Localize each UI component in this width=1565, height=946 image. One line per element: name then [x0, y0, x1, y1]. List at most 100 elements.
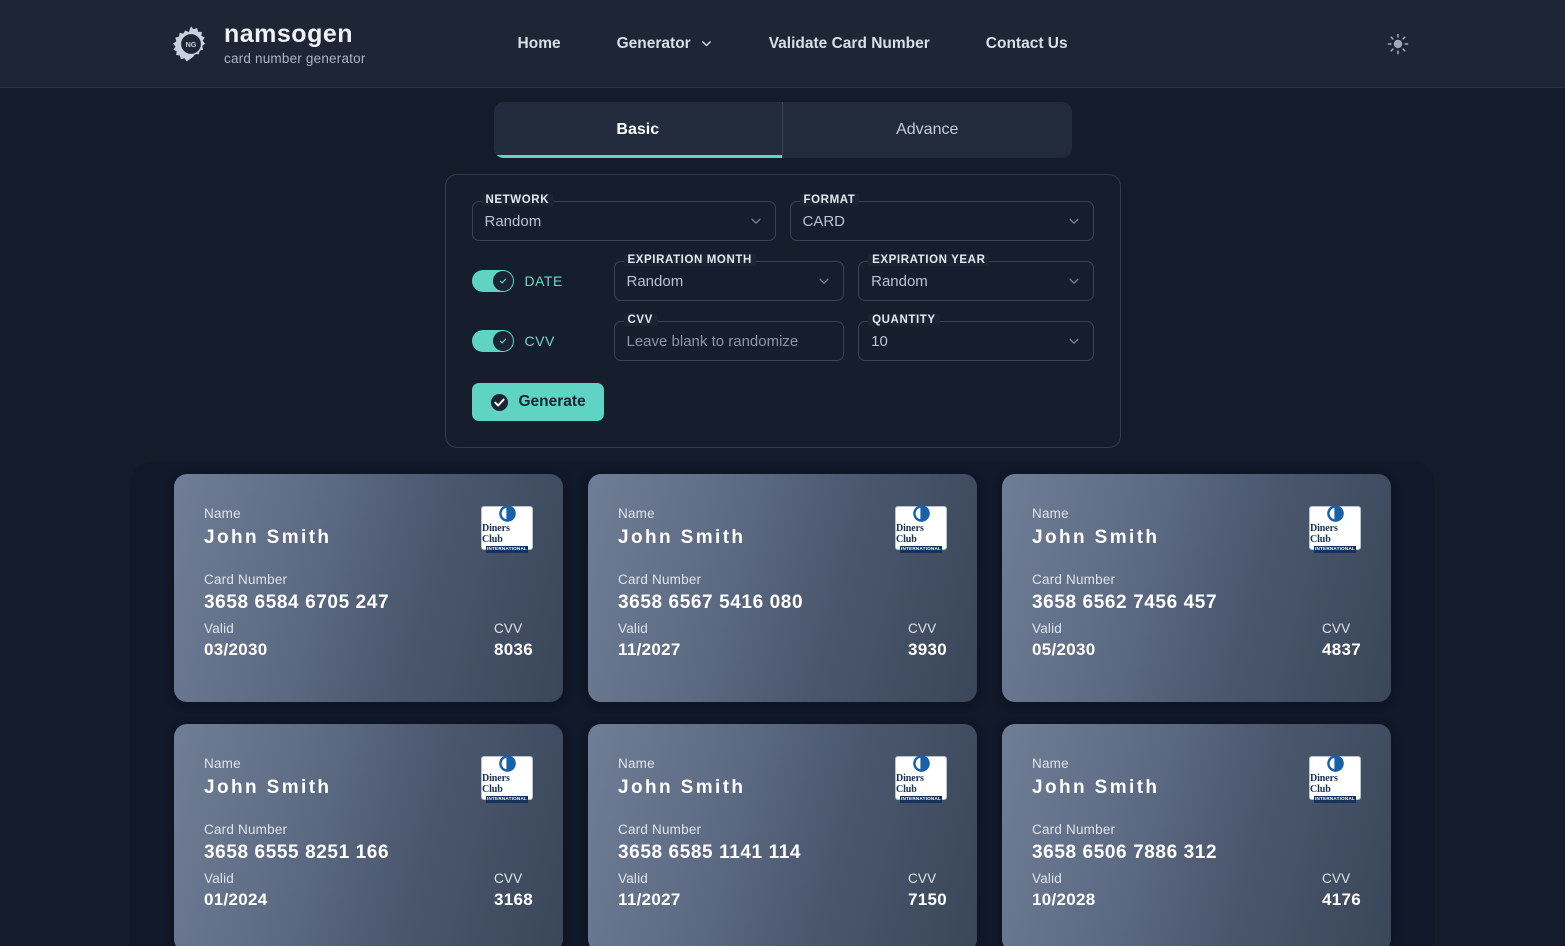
generate-button[interactable]: Generate: [472, 383, 604, 421]
card-number-value[interactable]: 3658 6562 7456 457: [1032, 592, 1361, 614]
nav-item-generator[interactable]: Generator: [617, 25, 713, 63]
diners-club-circle-icon: [912, 504, 931, 523]
card-number-value[interactable]: 3658 6567 5416 080: [618, 592, 947, 614]
card-number-label: Card Number: [618, 822, 947, 837]
generated-card[interactable]: NameJohn SmithDiners ClubINTERNATIONAL Ca…: [588, 474, 977, 702]
cvv-input[interactable]: Leave blank to randomize: [627, 333, 832, 350]
card-valid-value: 05/2030: [1032, 640, 1096, 660]
quantity-select[interactable]: QUANTITY 10: [858, 321, 1093, 361]
card-name-label: Name: [204, 506, 331, 521]
card-cvv-block: CVV4837: [1322, 621, 1361, 660]
card-header: NameJohn SmithDiners ClubINTERNATIONAL: [204, 756, 533, 800]
card-footer: Valid03/2030CVV8036: [204, 621, 533, 660]
mode-tabs: Basic Advance: [0, 88, 1565, 158]
sun-icon[interactable]: [1383, 29, 1413, 59]
brand-logo[interactable]: NG namsogen card number generator: [172, 22, 366, 66]
generated-card[interactable]: NameJohn SmithDiners ClubINTERNATIONALCa…: [174, 474, 563, 702]
expiration-month-value: Random: [627, 273, 818, 290]
card-name-label: Name: [1032, 506, 1159, 521]
card-number-label: Card Number: [1032, 572, 1361, 587]
card-number-label: Card Number: [618, 572, 947, 587]
diners-club-name: Diners Club: [482, 774, 532, 795]
check-icon: [497, 275, 509, 287]
card-header: NameJohn SmithDiners ClubINTERNATIONAL: [204, 506, 533, 550]
nav-item-contact-us[interactable]: Contact Us: [986, 25, 1068, 63]
card-number-label: Card Number: [1032, 822, 1361, 837]
diners-club-name: Diners Club: [1310, 524, 1360, 545]
card-valid-value: 11/2027: [618, 890, 681, 910]
tab-basic[interactable]: Basic: [494, 102, 783, 158]
card-cvv-value: 8036: [494, 640, 533, 660]
diners-club-name: Diners Club: [482, 524, 532, 545]
check-icon: [497, 335, 509, 347]
card-cvv-block: CVV 3930: [908, 621, 947, 660]
cvv-toggle-cell: CVV: [472, 321, 600, 361]
card-cvv-value: 4176: [1322, 890, 1361, 910]
gear-logo-icon: NG: [172, 25, 210, 63]
card-number-block: Card Number 3658 6567 5416 080: [618, 572, 947, 614]
chevron-down-icon: [1067, 274, 1081, 288]
card-name-label: Name: [204, 756, 331, 771]
brand-tagline: card number generator: [224, 52, 366, 66]
card-name-value: John Smith: [618, 777, 745, 799]
diners-club-circle-icon: [498, 504, 517, 523]
toggle-knob: [493, 331, 513, 351]
format-value: CARD: [803, 213, 1067, 230]
card-number-value[interactable]: 3658 6584 6705 247: [204, 592, 533, 614]
site-header: NG namsogen card number generator Home G…: [0, 0, 1565, 88]
diners-club-name: Diners Club: [896, 524, 946, 545]
card-number-value[interactable]: 3658 6555 8251 166: [204, 842, 533, 864]
card-number-value[interactable]: 3658 6506 7886 312: [1032, 842, 1361, 864]
card-number-value[interactable]: 3658 6585 1141 114: [618, 842, 947, 864]
diners-club-logo-icon: Diners ClubINTERNATIONAL: [895, 506, 947, 550]
card-name-block: NameJohn Smith: [204, 506, 331, 549]
card-header: NameJohn SmithDiners ClubINTERNATIONAL: [618, 506, 947, 550]
chevron-down-icon: [1067, 334, 1081, 348]
nav-label: Contact Us: [986, 35, 1068, 53]
card-number-block: Card Number 3658 6506 7886 312: [1032, 822, 1361, 864]
generated-card[interactable]: Name John Smith Diners ClubINTERNATIONAL Ca…: [1002, 474, 1391, 702]
cvv-input-wrapper[interactable]: CVV Leave blank to randomize: [614, 321, 845, 361]
card-name-value: John Smith: [1032, 527, 1159, 549]
card-number-block: Card Number 3658 6562 7456 457: [1032, 572, 1361, 614]
expiration-month-select[interactable]: EXPIRATION MONTH Random: [614, 261, 845, 301]
expiration-year-value: Random: [871, 273, 1066, 290]
diners-club-logo-icon: Diners ClubINTERNATIONAL: [1309, 756, 1361, 800]
network-label: NETWORK: [482, 194, 554, 206]
network-value: Random: [485, 213, 749, 230]
card-cvv-value: 7150: [908, 890, 947, 910]
format-select[interactable]: FORMAT CARD: [790, 201, 1094, 241]
expiration-month-label: EXPIRATION MONTH: [624, 254, 756, 266]
card-cvv-block: CVV4176: [1322, 871, 1361, 910]
date-toggle[interactable]: [472, 270, 514, 292]
card-cvv-value: 3930: [908, 640, 947, 660]
form-row-network-format: NETWORK Random FORMAT CARD: [472, 201, 1094, 241]
card-name-value: John Smith: [1032, 777, 1159, 799]
card-footer: Valid11/2027 CVV 3930: [618, 621, 947, 660]
card-valid-label: Valid: [1032, 871, 1096, 886]
diners-club-subtitle: INTERNATIONAL: [900, 546, 942, 553]
form-row-cvv: CVV CVV Leave blank to randomize QUANTIT…: [472, 321, 1094, 361]
card-cvv-label: CVV: [908, 621, 947, 636]
nav-item-validate-card-number[interactable]: Validate Card Number: [769, 25, 930, 63]
card-valid-block: Valid11/2027: [618, 621, 681, 660]
generated-card[interactable]: NameJohn SmithDiners ClubINTERNATIONALCa…: [1002, 724, 1391, 946]
nav-item-home[interactable]: Home: [518, 25, 561, 63]
card-valid-block: Valid01/2024: [204, 871, 268, 910]
logo-initials: NG: [186, 41, 197, 49]
tab-label: Advance: [896, 121, 958, 139]
cvv-toggle[interactable]: [472, 330, 514, 352]
diners-club-subtitle: INTERNATIONAL: [1314, 546, 1356, 553]
tab-advance[interactable]: Advance: [782, 102, 1072, 158]
diners-club-circle-icon: [1326, 504, 1345, 523]
card-footer: Valid11/2027CVV7150: [618, 871, 947, 910]
card-cvv-block: CVV7150: [908, 871, 947, 910]
generated-card[interactable]: NameJohn SmithDiners ClubINTERNATIONALCa…: [174, 724, 563, 946]
card-footer: Valid10/2028CVV4176: [1032, 871, 1361, 910]
card-cvv-block: CVV3168: [494, 871, 533, 910]
generated-card[interactable]: NameJohn SmithDiners ClubINTERNATIONALCa…: [588, 724, 977, 946]
network-select[interactable]: NETWORK Random: [472, 201, 776, 241]
expiration-year-select[interactable]: EXPIRATION YEAR Random: [858, 261, 1093, 301]
card-header: Name John Smith Diners ClubINTERNATIONAL: [1032, 506, 1361, 550]
card-name-block: Name John Smith: [1032, 506, 1159, 549]
